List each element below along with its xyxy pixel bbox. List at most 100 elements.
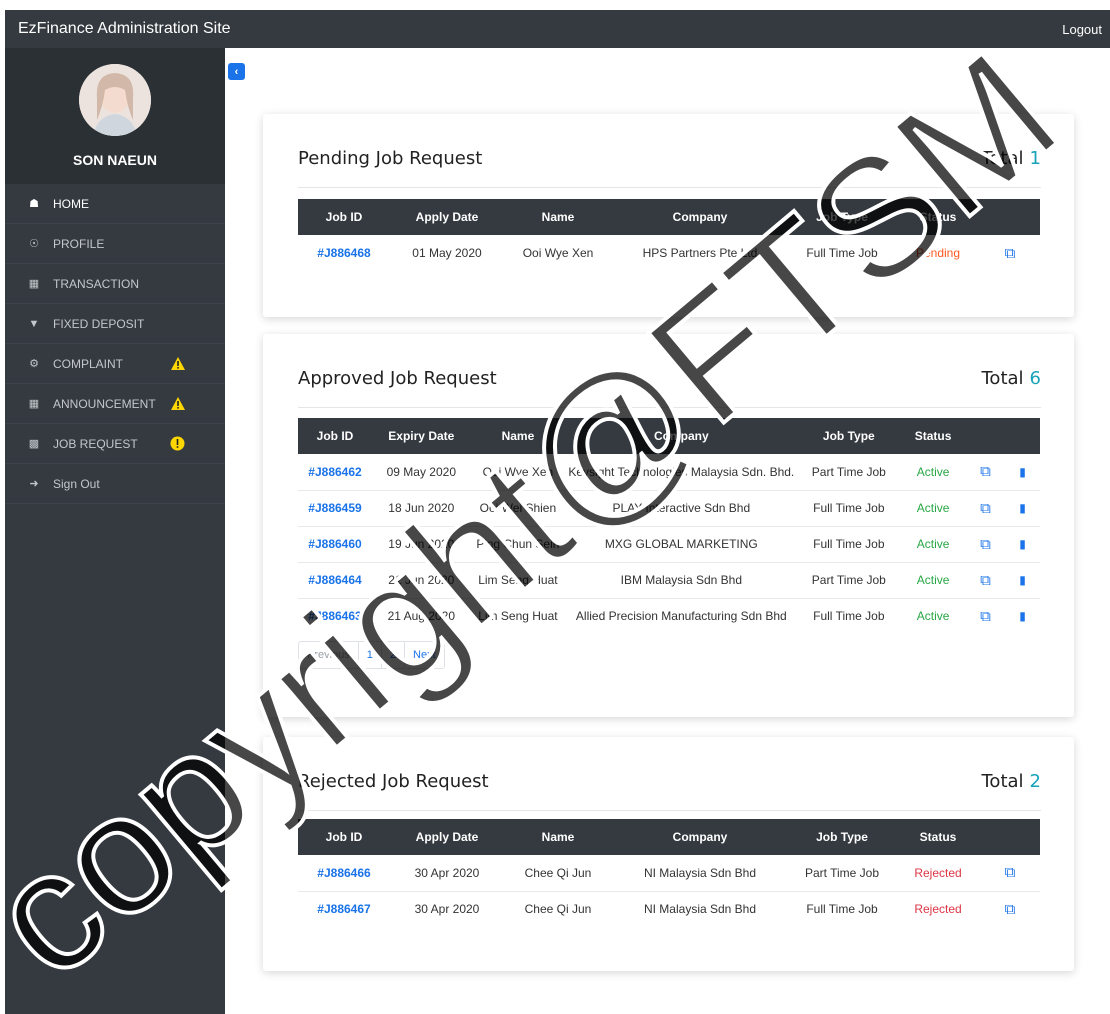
actions-cell: ⧉ <box>965 526 1006 563</box>
table-row: #J886463 21 Aug 2020 Lim Seng Huat Allie… <box>298 598 1040 634</box>
job-id-link[interactable]: #J886468 <box>298 235 390 271</box>
table-row: #J886468 01 May 2020 Ooi Wye Xen HPS Par… <box>298 235 1040 271</box>
open-external-icon[interactable]: ⧉ <box>980 608 991 625</box>
company-name: Keysight Technologies Malaysia Sdn. Bhd. <box>565 454 798 491</box>
sidebar-item-label: TRANSACTION <box>53 276 140 291</box>
open-external-icon[interactable]: ⧉ <box>980 536 991 553</box>
sidebar-item-label: HOME <box>53 196 89 211</box>
card-title: Rejected Job Request <box>298 771 489 792</box>
trophy-icon: ▼ <box>28 317 40 330</box>
profile-panel: SON NAEUN <box>5 48 225 184</box>
rejected-job-table: Job ID Apply Date Name Company Job Type … <box>298 819 1040 927</box>
sidebar-item-transaction[interactable]: ▦ TRANSACTION <box>5 264 225 304</box>
column-header: Company <box>612 819 788 855</box>
pending-job-card: Pending Job Request Total 1 Job ID Apply … <box>263 114 1074 317</box>
column-header: Status <box>896 199 980 235</box>
globe-icon: ☉ <box>29 238 39 250</box>
open-external-icon[interactable]: ⧉ <box>980 500 991 517</box>
job-type: Full Time Job <box>797 526 901 563</box>
pagination: Previous 1 2 Next <box>298 641 445 669</box>
total-number: 6 <box>1029 368 1041 389</box>
status-badge: Active <box>900 454 966 491</box>
page: EzFinance Administration Site Logout SON… <box>0 0 1110 1014</box>
warning-icon <box>170 356 186 374</box>
sidebar-item-complaint[interactable]: ⚙ COMPLAINT <box>5 344 225 384</box>
table-row: #J886467 30 Apr 2020 Chee Qi Jun NI Mala… <box>298 891 1040 927</box>
open-external-icon[interactable]: ⧉ <box>980 572 991 589</box>
open-external-icon[interactable]: ⧉ <box>1005 901 1016 918</box>
pagination-next[interactable]: Next <box>405 642 444 668</box>
logout-link[interactable]: Logout <box>1062 22 1102 37</box>
company-name: PLAY Interactive Sdn Bhd <box>565 490 798 527</box>
apply-date: 30 Apr 2020 <box>390 855 504 892</box>
trash-icon[interactable]: ▮ <box>1019 609 1026 623</box>
sidebar-item-label: PROFILE <box>53 236 105 251</box>
card-header: Pending Job Request Total 1 <box>298 148 1041 188</box>
sidebar-item-profile[interactable]: ☉ PROFILE <box>5 224 225 264</box>
sidebar-toggle-button[interactable]: ‹ <box>228 63 245 80</box>
company-name: NI Malaysia Sdn Bhd <box>612 855 788 892</box>
status-badge: Active <box>916 609 950 624</box>
sidebar-item-sign-out[interactable]: ➜ Sign Out <box>5 464 225 504</box>
pagination-page-1[interactable]: 1 <box>359 642 382 668</box>
job-id-link[interactable]: #J886460 <box>298 526 372 563</box>
pagination-previous[interactable]: Previous <box>299 642 359 668</box>
job-type: Part Time Job <box>797 562 901 599</box>
pagination-page-2[interactable]: 2 <box>382 642 406 668</box>
column-header: Apply Date <box>390 819 504 855</box>
money-icon: ▦ <box>28 278 40 290</box>
sidebar-item-label: JOB REQUEST <box>53 436 138 451</box>
trash-icon[interactable]: ▮ <box>1019 465 1026 479</box>
card-header: Rejected Job Request Total 2 <box>298 771 1041 811</box>
trash-icon[interactable]: ▮ <box>1019 573 1026 587</box>
applicant-name: Chee Qi Jun <box>504 855 612 892</box>
expiry-date: 21 Aug 2020 <box>387 609 456 624</box>
approved-job-table: Job ID Expiry Date Name Company Job Type… <box>298 418 1040 634</box>
apply-date: 30 Apr 2020 <box>414 902 480 917</box>
gear-icon: ⚙ <box>29 358 39 370</box>
job-id-link[interactable]: #J886466 <box>298 855 390 892</box>
job-id-link[interactable]: #J886459 <box>298 490 372 527</box>
company-name: NI Malaysia Sdn Bhd <box>643 902 757 917</box>
column-header: Job ID <box>298 199 390 235</box>
table-row: #J886462 09 May 2020 Ooi Wye Xen Keysigh… <box>298 454 1040 491</box>
sidebar-item-home[interactable]: ☗ HOME <box>5 184 225 224</box>
table-header-row: Job ID Apply Date Name Company Job Type … <box>298 199 1040 235</box>
expiry-date: 09 May 2020 <box>371 454 471 491</box>
job-id-link[interactable]: #J886467 <box>298 891 390 927</box>
open-external-icon[interactable]: ⧉ <box>1005 245 1016 262</box>
sidebar-item-fixed-deposit[interactable]: ▼ FIXED DEPOSIT <box>5 304 225 344</box>
status-badge: Active <box>900 562 966 599</box>
job-id-link[interactable]: #J886462 <box>298 454 372 491</box>
applicant-name: P'ng Chun Sein <box>470 526 566 563</box>
company-name: MXG GLOBAL MARKETING <box>565 526 798 563</box>
sidebar-item-job-request[interactable]: ▩ JOB REQUEST <box>5 424 225 464</box>
open-external-icon[interactable]: ⧉ <box>1005 864 1016 881</box>
table-header-row: Job ID Expiry Date Name Company Job Type… <box>298 418 1040 454</box>
job-id-link[interactable]: #J886463 <box>298 598 372 634</box>
brand-title[interactable]: EzFinance Administration Site <box>18 20 231 38</box>
trash-icon[interactable]: ▮ <box>1019 501 1026 515</box>
column-header: Apply Date <box>390 199 504 235</box>
actions-cell: ⧉ <box>965 490 1006 527</box>
job-type: Full Time Job <box>813 609 885 624</box>
sidebar-item-announcement[interactable]: ▦ ANNOUNCEMENT <box>5 384 225 424</box>
applicant-name: Lim Seng Huat <box>470 562 566 599</box>
table-row: #J886466 30 Apr 2020 Chee Qi Jun NI Mala… <box>298 855 1040 892</box>
table-header-row: Job ID Apply Date Name Company Job Type … <box>298 819 1040 855</box>
open-external-icon[interactable]: ⧉ <box>980 463 991 480</box>
column-header: Status <box>896 819 980 855</box>
actions-cell: ⧉ <box>980 855 1040 892</box>
column-header: Status <box>900 418 966 454</box>
sidebar-menu: ☗ HOME ☉ PROFILE ▦ TRANSACTION ▼ FIXED D… <box>5 184 225 504</box>
avatar <box>79 64 151 136</box>
job-type: Part Time Job <box>788 855 896 892</box>
actions-cell: ▮ <box>1005 490 1040 527</box>
column-header: Name <box>504 199 612 235</box>
trash-icon[interactable]: ▮ <box>1019 537 1026 551</box>
actions-cell: ⧉ <box>965 562 1006 599</box>
job-id-link[interactable]: #J886464 <box>298 562 372 599</box>
username: SON NAEUN <box>72 152 157 168</box>
actions-cell: ▮ <box>1005 598 1040 634</box>
column-header: Name <box>470 418 566 454</box>
